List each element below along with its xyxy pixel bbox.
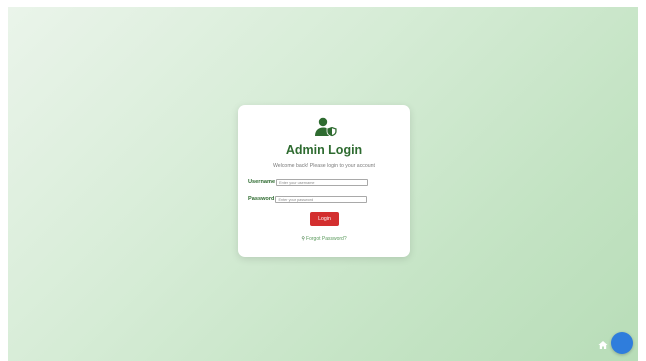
username-input[interactable]: Enter your username [276, 178, 369, 186]
password-label: Password [248, 196, 275, 202]
password-input[interactable]: Enter your password [275, 195, 368, 203]
username-row: Username Enter your username [248, 177, 369, 187]
user-shield-icon [315, 117, 338, 137]
page-title: Admin Login [285, 143, 363, 157]
forgot-password-link[interactable]: ⚲Forgot Password? [238, 236, 410, 242]
welcome-text: Welcome back! Please login to your accou… [273, 163, 375, 169]
username-label: Username [248, 179, 276, 185]
login-button[interactable]: Login [310, 212, 339, 226]
chat-bubble-button[interactable] [611, 332, 633, 354]
key-icon: ⚲ [301, 236, 306, 242]
forgot-password-label: Forgot Password? [306, 236, 347, 242]
login-card: Admin Login Welcome back! Please login t… [238, 105, 410, 257]
home-icon[interactable] [598, 340, 608, 350]
page-background: Admin Login Welcome back! Please login t… [8, 7, 638, 361]
password-row: Password Enter your password [248, 194, 368, 204]
